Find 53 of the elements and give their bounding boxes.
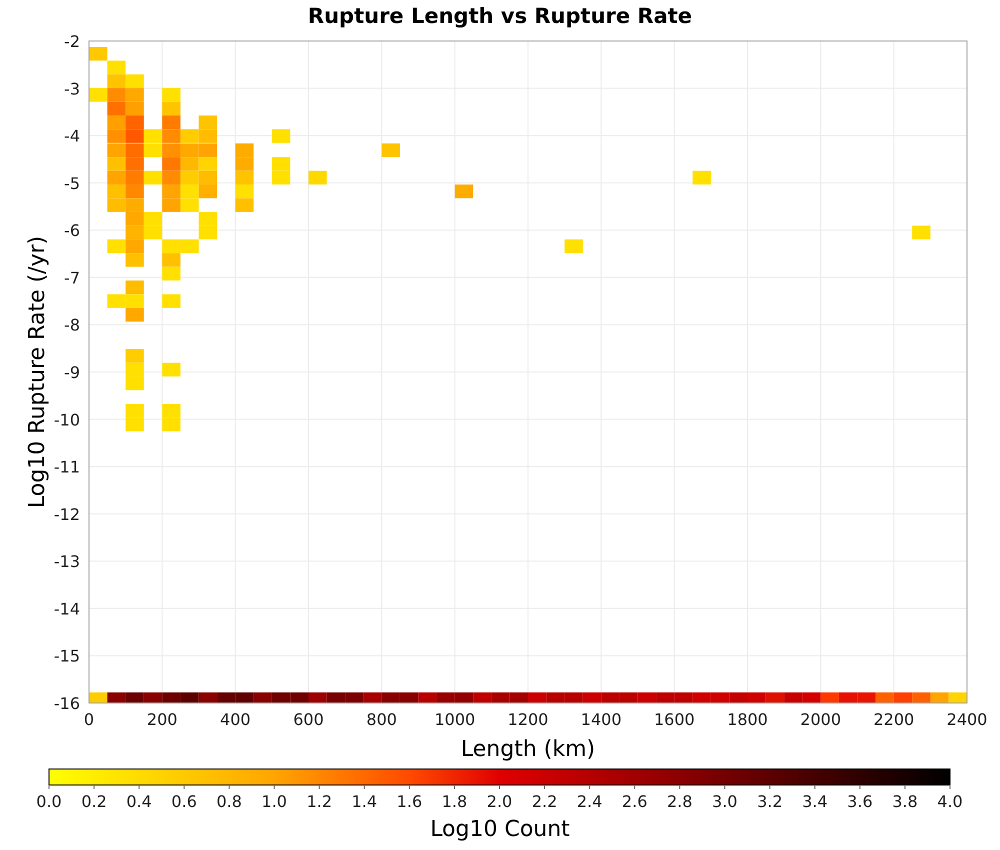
chart-title: Rupture Length vs Rupture Rate (308, 4, 692, 28)
scale-tick-label: 1.6 (396, 792, 422, 811)
scale-tick-label: 2.6 (622, 792, 648, 811)
scale-tick-label: 3.4 (802, 792, 828, 811)
x-tick-label: 2400 (946, 710, 988, 729)
scale-tick-label: 2.8 (666, 792, 692, 811)
y-tick-label: -2 (64, 32, 80, 51)
y-axis-label: Log10 Rupture Rate (/yr) (25, 236, 50, 508)
x-tick-label: 1000 (434, 710, 476, 729)
y-tick-label: -9 (64, 363, 80, 382)
y-tick-label: -7 (64, 268, 80, 288)
x-tick-label: 1600 (654, 710, 695, 729)
y-tick-label: -13 (54, 552, 80, 572)
scale-tick-label: 3.8 (892, 792, 918, 811)
scale-tick-label: 1.8 (442, 792, 468, 811)
scale-tick-label: 3.2 (757, 792, 783, 811)
x-tick-label: 1400 (580, 710, 622, 729)
y-tick-label: -11 (54, 458, 80, 477)
y-tick-label: -4 (64, 126, 80, 146)
scale-tick-label: 0.8 (216, 792, 242, 811)
x-tick-label: 2200 (873, 710, 914, 729)
scale-tick-label: 1.0 (262, 792, 287, 811)
x-axis-label: Length (km) (460, 737, 596, 762)
scale-tick-label: 1.2 (306, 792, 332, 811)
scale-tick-label: 0.4 (126, 792, 152, 811)
x-tick-label: 200 (146, 710, 178, 729)
scale-tick-label: 2.4 (576, 792, 602, 811)
x-tick-label: 2000 (800, 710, 842, 729)
x-tick-label: 1200 (508, 710, 548, 729)
scale-tick-label: 2.0 (486, 792, 512, 811)
scale-tick-label: 0.6 (171, 792, 197, 811)
y-tick-label: -15 (54, 646, 80, 666)
scale-tick-label: 4.0 (937, 792, 963, 811)
scale-tick-label: 2.2 (532, 792, 558, 811)
x-tick-label: 0 (84, 710, 94, 729)
y-tick-label: -14 (54, 599, 80, 618)
x-tick-label: 400 (220, 710, 251, 729)
y-tick-label: -8 (64, 316, 80, 335)
scale-tick-label: 1.4 (352, 792, 378, 811)
y-tick-label: -16 (54, 694, 80, 713)
scale-tick-label: 0.2 (81, 792, 107, 811)
y-tick-label: -5 (64, 174, 80, 193)
y-tick-label: -10 (54, 410, 80, 430)
x-tick-label: 1800 (727, 710, 768, 729)
scale-tick-label: 3.6 (847, 792, 873, 811)
y-tick-label: -12 (54, 504, 80, 524)
y-tick-label: -6 (64, 221, 80, 240)
y-tick-label: -3 (64, 79, 80, 98)
x-tick-label: 600 (293, 710, 324, 729)
scale-tick-label: 3.0 (712, 792, 738, 811)
color-scale-title: Log10 Count (430, 817, 570, 842)
x-tick-label: 800 (366, 710, 397, 729)
scale-tick-label: 0.0 (36, 792, 62, 811)
